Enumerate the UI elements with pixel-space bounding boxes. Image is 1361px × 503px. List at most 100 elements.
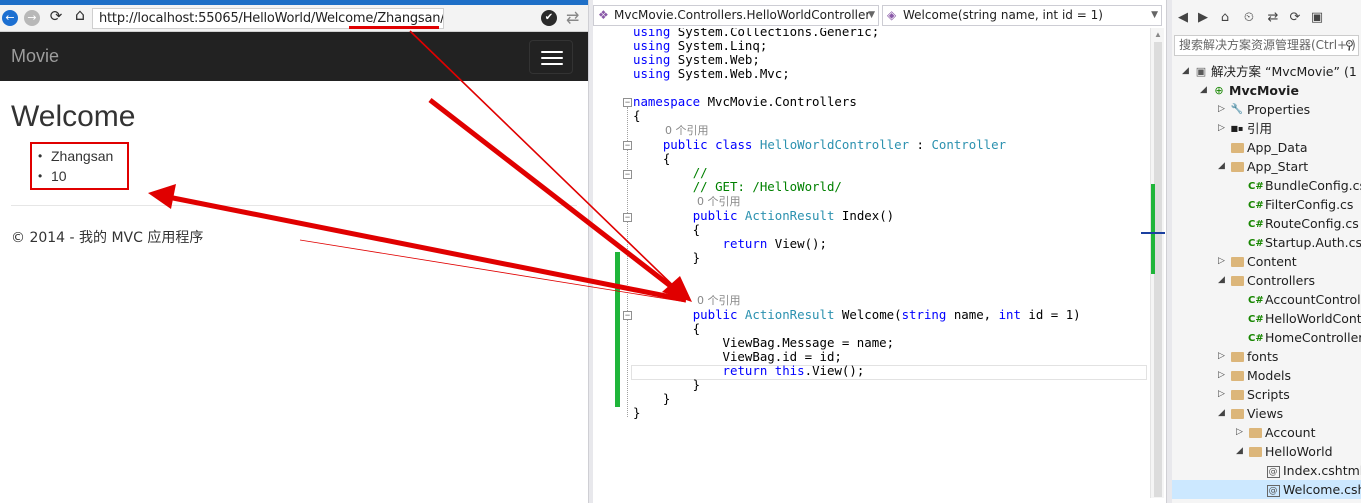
code-line: using System.Linq; (633, 38, 768, 53)
vertical-scrollbar[interactable]: ▲ (1141, 28, 1165, 498)
tree-item[interactable]: ▷ Scripts (1172, 385, 1361, 404)
forward-arrow-icon[interactable]: → (24, 10, 40, 26)
cs-file-icon: C# (1248, 295, 1264, 306)
divider (11, 205, 577, 206)
change-marker (1151, 184, 1155, 274)
change-indicator-bar (615, 252, 620, 407)
class-dropdown[interactable]: ❖ MvcMovie.Controllers.HelloWorldControl… (593, 5, 879, 26)
tree-item[interactable]: C# FilterConfig.cs (1172, 195, 1361, 214)
code-line: } (633, 377, 701, 392)
fold-toggle[interactable]: − (623, 170, 632, 179)
folder-icon (1230, 366, 1244, 385)
hamburger-icon (541, 51, 563, 53)
tree-item[interactable]: C# Startup.Auth.cs (1172, 233, 1361, 252)
chevron-down-icon: ▼ (1151, 10, 1158, 20)
expanded-arrow-icon[interactable]: ◢ (1218, 404, 1228, 423)
home-icon[interactable]: ⌂ (1216, 10, 1234, 25)
member-dropdown[interactable]: ◈ Welcome(string name, int id = 1) ▼ (882, 5, 1162, 26)
tree-item[interactable]: ◢ App_Start (1172, 157, 1361, 176)
reference-count[interactable]: 0 个引用 (697, 195, 741, 209)
folder-icon (1248, 442, 1262, 461)
collapsed-arrow-icon[interactable]: ▷ (1236, 423, 1246, 442)
tree-item[interactable]: C# BundleConfig.cs (1172, 176, 1361, 195)
tree-item[interactable]: @ Index.cshtml (1172, 461, 1361, 480)
collapsed-arrow-icon[interactable]: ▷ (1218, 347, 1228, 366)
sync-icon[interactable]: ⇄ (1264, 10, 1282, 25)
back-icon[interactable]: ◀ (1174, 10, 1192, 25)
folder-icon (1230, 385, 1244, 404)
expanded-arrow-icon[interactable]: ◢ (1218, 157, 1228, 176)
solution-search-input[interactable]: 搜索解决方案资源管理器(Ctrl+;) (1174, 35, 1359, 56)
page-title: Welcome (11, 100, 136, 133)
tree-item[interactable]: ▷ Content (1172, 252, 1361, 271)
tree-item[interactable]: @Welcome.cshtml (1172, 480, 1361, 499)
home-icon[interactable]: ⌂ (70, 7, 90, 23)
code-text-area[interactable]: − − − − − using System.Collections.Gener… (593, 28, 1153, 498)
fold-toggle[interactable]: − (623, 311, 632, 320)
cs-file-icon: C# (1248, 181, 1264, 192)
scroll-up-icon[interactable]: ▲ (1154, 30, 1162, 39)
code-line: public ActionResult Index() (692, 208, 895, 223)
method-icon: ◈ (887, 8, 897, 22)
code-line: { (633, 151, 671, 166)
tree-item[interactable]: ▷ 🔧 Properties (1172, 100, 1361, 119)
code-editor: ❖ MvcMovie.Controllers.HelloWorldControl… (593, 0, 1171, 503)
navbar-brand[interactable]: Movie (11, 46, 59, 67)
tree-item[interactable]: ▷ fonts (1172, 347, 1361, 366)
code-line: return this.View(); (722, 363, 865, 378)
collapsed-arrow-icon[interactable]: ▷ (1218, 252, 1228, 271)
expanded-arrow-icon[interactable]: ◢ (1182, 62, 1192, 81)
expanded-arrow-icon[interactable]: ◢ (1236, 442, 1246, 461)
fold-toggle[interactable]: − (623, 141, 632, 150)
folder-icon (1230, 157, 1244, 176)
fold-toggle[interactable]: − (623, 98, 632, 107)
history-icon[interactable]: ⏲ (1240, 10, 1258, 25)
reference-count[interactable]: 0 个引用 (697, 294, 741, 308)
tree-item[interactable]: App_Data (1172, 138, 1361, 157)
refresh-icon[interactable]: ⟳ (1286, 10, 1304, 25)
solution-explorer: ◀ ▶ ⌂ ⏲ ⇄ ⟳ ▣ 搜索解决方案资源管理器(Ctrl+;) ⚲ ◢ ▣ 解决… (1172, 0, 1361, 503)
search-icon[interactable]: ⚲ (1345, 38, 1354, 52)
forward-icon[interactable]: ▶ (1194, 10, 1212, 25)
collapsed-arrow-icon[interactable]: ▷ (1218, 385, 1228, 404)
tree-item[interactable]: ▷ ■▪ 引用 (1172, 119, 1361, 138)
solution-explorer-toolbar: ◀ ▶ ⌂ ⏲ ⇄ ⟳ ▣ (1172, 8, 1361, 30)
collapse-all-icon[interactable]: ▣ (1308, 10, 1326, 25)
collapsed-arrow-icon[interactable]: ▷ (1218, 100, 1228, 119)
refresh-icon[interactable]: ⟳ (47, 8, 65, 24)
tree-item[interactable]: ◢ ⊕ MvcMovie (1172, 81, 1361, 100)
project-icon: ⊕ (1214, 84, 1224, 97)
tree-item-label: FilterConfig.cs (1265, 197, 1354, 212)
code-line: return View(); (722, 236, 827, 251)
tree-item[interactable]: C#HomeController.cs (1172, 328, 1361, 347)
expanded-arrow-icon[interactable]: ◢ (1200, 81, 1210, 100)
tree-item-label: BundleConfig.cs (1265, 178, 1361, 193)
tree-item[interactable]: C#AccountController.cs (1172, 290, 1361, 309)
code-line: } (633, 391, 671, 406)
tree-item[interactable]: C# RouteConfig.cs (1172, 214, 1361, 233)
tree-item-label: App_Start (1247, 159, 1309, 174)
tree-item[interactable]: ▷ Models (1172, 366, 1361, 385)
tree-item[interactable]: C#HelloWorldController.cs (1172, 309, 1361, 328)
collapsed-arrow-icon[interactable]: ▷ (1218, 366, 1228, 385)
menu-toggle-button[interactable] (529, 40, 573, 74)
list-item: 10 (38, 166, 113, 186)
fold-toggle[interactable]: − (623, 213, 632, 222)
address-toolbar: ← → ⟳ ⌂ http://localhost:55065/HelloWorl… (0, 5, 590, 32)
back-arrow-icon[interactable]: ← (2, 10, 18, 26)
tree-item[interactable]: ◢ HelloWorld (1172, 442, 1361, 461)
tree-item[interactable]: ◢ Controllers (1172, 271, 1361, 290)
editor-navigation-bar: ❖ MvcMovie.Controllers.HelloWorldControl… (593, 5, 1165, 27)
tree-item[interactable]: ◢ Views (1172, 404, 1361, 423)
tree-item[interactable]: ◢▣ 解决方案 “MvcMovie” (1 个项目) (1172, 62, 1361, 81)
expanded-arrow-icon[interactable]: ◢ (1218, 271, 1228, 290)
reference-count[interactable]: 0 个引用 (665, 124, 709, 138)
tree-item[interactable]: ▷ Account (1172, 423, 1361, 442)
checkmark-icon[interactable]: ✔ (541, 10, 557, 26)
code-line: using System.Web; (633, 52, 760, 67)
code-line: // GET: /HelloWorld/ (692, 179, 842, 194)
tree-item-label: Properties (1247, 102, 1311, 117)
scrollbar-thumb[interactable] (1154, 42, 1162, 497)
collapsed-arrow-icon[interactable]: ▷ (1218, 119, 1228, 138)
compatibility-icon[interactable]: ⇄ (566, 8, 579, 28)
